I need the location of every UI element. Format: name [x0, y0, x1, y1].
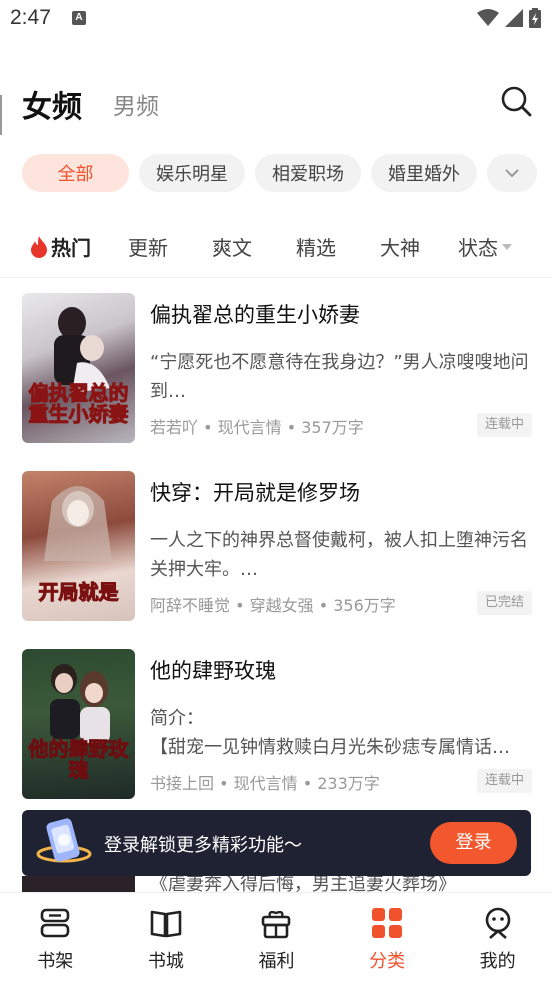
- cover-title-art: 他的肆野玫瑰: [28, 737, 129, 782]
- book-cover: 偏执翟总的重生小娇妻: [22, 293, 135, 443]
- status-bar: 2:47 A: [0, 0, 553, 40]
- book-cover: 开局就是: [22, 471, 135, 621]
- sort-tab-hot[interactable]: 热门: [30, 232, 91, 261]
- login-button[interactable]: 登录: [430, 822, 517, 864]
- book-meta: 若若吖 • 现代言情 • 357万字: [150, 418, 364, 437]
- status-badge: 连载中: [476, 769, 532, 793]
- book-cover: 他的肆野玫瑰: [22, 649, 135, 799]
- status-time: 2:47: [10, 6, 51, 29]
- phone-unlock-icon: [36, 818, 92, 863]
- status-badge: 已完结: [476, 591, 532, 615]
- book-title[interactable]: 偏执翟总的重生小娇妻: [150, 299, 360, 329]
- book-title[interactable]: 他的肆野玫瑰: [150, 655, 276, 685]
- book-description: 简介： 【甜宠一见钟情救赎白月光朱砂痣专属情话…: [150, 708, 510, 758]
- book-meta: 阿辞不睡觉 • 穿越女强 • 356万字: [150, 596, 396, 615]
- sort-tab-cool[interactable]: 爽文: [212, 232, 252, 261]
- book-store-icon: [150, 910, 182, 938]
- battery-icon: [529, 8, 541, 28]
- chevron-down-icon: [505, 169, 519, 178]
- list-item-peek: 《虐妻奔入得后悔，男主追妻火葬场》: [0, 876, 553, 892]
- signal-icon: [505, 9, 523, 27]
- book-cover: [22, 876, 135, 892]
- category-icon: [372, 908, 403, 938]
- genre-expand-button[interactable]: [487, 154, 537, 192]
- sort-tab-master[interactable]: 大神: [380, 232, 420, 261]
- divider: [0, 277, 553, 278]
- sort-tab-updated[interactable]: 更新: [128, 232, 168, 261]
- tab-male[interactable]: 男频: [113, 87, 159, 121]
- sort-tab-status[interactable]: 状态: [458, 232, 512, 261]
- nav-item-welfare[interactable]: 福利: [221, 893, 332, 984]
- channel-tabs: 女频 男频: [0, 78, 553, 128]
- notification-a-icon: A: [72, 11, 86, 25]
- wifi-icon: [477, 9, 499, 26]
- genre-chip-marriage[interactable]: 婚里婚外: [371, 154, 477, 192]
- bookshelf-icon: [40, 908, 70, 938]
- genre-chips: 全部 娱乐明星 相爱职场 婚里婚外: [22, 154, 553, 194]
- genre-chip-entertainment[interactable]: 娱乐明星: [139, 154, 245, 192]
- cover-title-art: 开局就是: [38, 580, 119, 604]
- bottom-nav: 书架 书城 福利 分类 我的: [0, 892, 553, 984]
- status-badge: 连载中: [476, 413, 532, 437]
- caret-down-icon: [502, 243, 512, 250]
- genre-chip-all[interactable]: 全部: [22, 154, 129, 192]
- nav-item-profile[interactable]: 我的: [442, 893, 553, 984]
- login-banner[interactable]: 登录解锁更多精彩功能～ 登录: [22, 810, 531, 876]
- book-item[interactable]: 他的肆野玫瑰 他的肆野玫瑰 简介： 【甜宠一见钟情救赎白月光朱砂痣专属情话… 书…: [22, 649, 532, 799]
- sort-tab-status-label: 状态: [458, 236, 498, 260]
- login-banner-text: 登录解锁更多精彩功能～: [104, 835, 302, 856]
- cover-title-art: 偏执翟总的重生小娇妻: [28, 381, 129, 426]
- search-icon[interactable]: [499, 84, 533, 118]
- nav-item-category[interactable]: 分类: [332, 893, 443, 984]
- status-icons: [477, 8, 541, 28]
- book-description: “宁愿死也不愿意待在我身边？”男人凉嗖嗖地问到…: [150, 352, 529, 402]
- profile-icon: [485, 907, 510, 939]
- book-item[interactable]: 开局就是 快穿：开局就是修罗场 一人之下的神界总督使戴柯，被人扣上堕神污名关押大…: [22, 471, 532, 621]
- nav-label: 我的: [479, 951, 516, 972]
- flame-icon: [31, 235, 47, 258]
- nav-label: 福利: [258, 951, 295, 972]
- sort-tab-selected[interactable]: 精选: [296, 232, 336, 261]
- book-meta: 书接上回 • 现代言情 • 233万字: [150, 774, 380, 793]
- nav-label: 分类: [369, 951, 406, 972]
- book-description: 《虐妻奔入得后悔，男主追妻火葬场》: [150, 876, 456, 892]
- genre-chip-workplace[interactable]: 相爱职场: [255, 154, 361, 192]
- nav-label: 书架: [37, 951, 74, 972]
- book-description: 一人之下的神界总督使戴柯，被人扣上堕神污名关押大牢。…: [150, 530, 528, 580]
- nav-label: 书城: [147, 951, 184, 972]
- gift-icon: [262, 910, 291, 939]
- nav-item-bookshelf[interactable]: 书架: [0, 893, 111, 984]
- book-title[interactable]: 快穿：开局就是修罗场: [150, 477, 360, 507]
- sort-tabs: 热门 更新 爽文 精选 大神 状态: [0, 224, 553, 268]
- sort-tab-hot-label: 热门: [51, 236, 91, 260]
- tab-female[interactable]: 女频: [22, 82, 82, 126]
- nav-item-bookstore[interactable]: 书城: [111, 893, 222, 984]
- book-item[interactable]: 偏执翟总的重生小娇妻 偏执翟总的重生小娇妻 “宁愿死也不愿意待在我身边？”男人凉…: [22, 293, 532, 443]
